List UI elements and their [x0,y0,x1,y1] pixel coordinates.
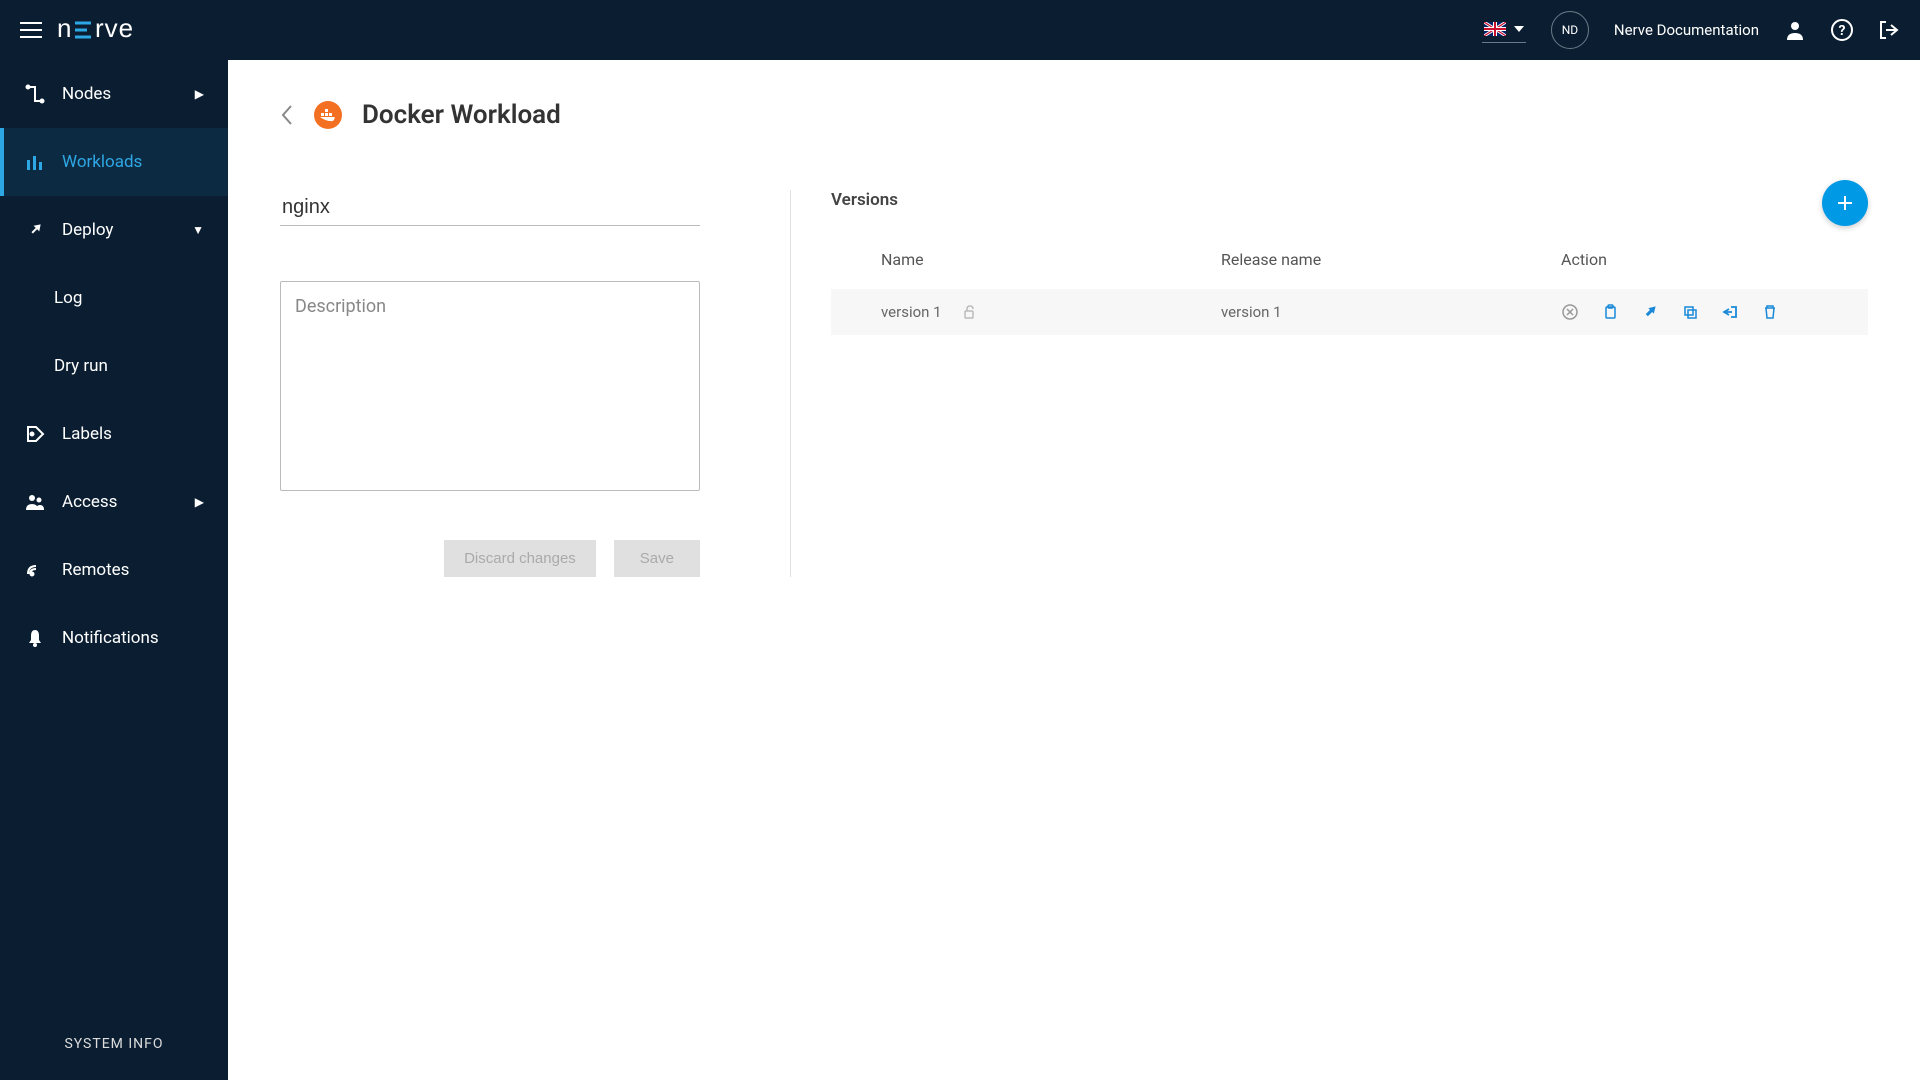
unlock-icon [962,305,976,319]
sidebar-subitem-dryrun[interactable]: Dry run [0,332,228,400]
sidebar-item-label: Workloads [62,152,142,172]
workload-description-input[interactable] [280,281,700,491]
copy-icon[interactable] [1681,303,1699,321]
sidebar-item-nodes[interactable]: Nodes ▶ [0,60,228,128]
add-version-button[interactable] [1822,180,1868,226]
access-icon [24,492,46,512]
versions-title: Versions [831,190,898,210]
discard-button[interactable]: Discard changes [444,540,596,577]
deploy-action-icon[interactable] [1641,303,1659,321]
deploy-icon [24,220,46,240]
bell-icon [24,628,46,648]
sidebar-item-label: Remotes [62,560,129,580]
avatar[interactable]: ND [1551,11,1589,49]
versions-panel: Versions Name Release name Action versio… [790,190,1868,577]
system-info-label: SYSTEM INFO [64,1036,163,1052]
chevron-right-icon: ▶ [195,495,204,509]
page-header: Docker Workload [280,100,1868,130]
main-content: Docker Workload Discard changes Save Ver… [228,60,1920,1080]
back-button[interactable] [280,104,294,126]
column-action: Action [1561,250,1868,269]
sidebar-item-labels[interactable]: Labels [0,400,228,468]
workload-name-input[interactable] [280,190,700,226]
plus-icon [1835,193,1855,213]
logout-icon[interactable] [1878,19,1900,41]
app-header: n rve ND Nerve Documentation [0,0,1920,60]
version-name: version 1 [881,303,942,321]
chevron-down-icon [1514,26,1524,32]
help-icon[interactable]: ? [1831,19,1853,41]
sidebar-subitem-label: Dry run [54,356,108,376]
avatar-initials: ND [1562,23,1578,37]
sidebar: Nodes ▶ Workloads Deploy ▼ Log Dry run L… [0,60,228,1080]
nodes-icon [24,84,46,104]
version-release: version 1 [1221,303,1561,321]
sidebar-item-access[interactable]: Access ▶ [0,468,228,536]
page-title: Docker Workload [362,100,561,130]
sidebar-item-notifications[interactable]: Notifications [0,604,228,672]
flag-uk-icon [1484,22,1506,36]
sidebar-subitem-label: Log [54,288,82,308]
chevron-right-icon: ▶ [195,87,204,101]
system-info-button[interactable]: SYSTEM INFO [0,1008,228,1080]
table-header: Name Release name Action [831,250,1868,289]
svg-text:?: ? [1839,23,1846,39]
chevron-down-icon: ▼ [192,223,204,237]
versions-table: Name Release name Action version 1 versi… [831,250,1868,335]
sidebar-item-label: Notifications [62,628,159,648]
hamburger-menu-icon[interactable] [20,21,42,39]
svg-text:rve: rve [95,17,134,43]
export-icon[interactable] [1721,303,1739,321]
remotes-icon [24,560,46,580]
sidebar-item-workloads[interactable]: Workloads [0,128,228,196]
sidebar-item-label: Labels [62,424,112,444]
column-release: Release name [1221,250,1561,269]
sidebar-subitem-log[interactable]: Log [0,264,228,332]
user-name: Nerve Documentation [1614,21,1759,39]
language-selector[interactable] [1482,18,1526,43]
user-icon[interactable] [1784,19,1806,41]
docker-icon [314,101,342,129]
sidebar-item-label: Access [62,492,117,512]
delete-icon[interactable] [1761,303,1779,321]
workload-form: Discard changes Save [280,190,790,577]
workloads-icon [24,152,46,172]
labels-icon [24,424,46,444]
clipboard-icon[interactable] [1601,303,1619,321]
app-logo: n rve [57,17,167,43]
column-name: Name [881,250,1221,269]
svg-text:n: n [57,17,72,43]
sidebar-item-remotes[interactable]: Remotes [0,536,228,604]
cancel-icon[interactable] [1561,303,1579,321]
save-button[interactable]: Save [614,540,700,577]
sidebar-item-label: Deploy [62,220,113,240]
sidebar-item-deploy[interactable]: Deploy ▼ [0,196,228,264]
table-row[interactable]: version 1 version 1 [831,289,1868,335]
sidebar-item-label: Nodes [62,84,111,104]
